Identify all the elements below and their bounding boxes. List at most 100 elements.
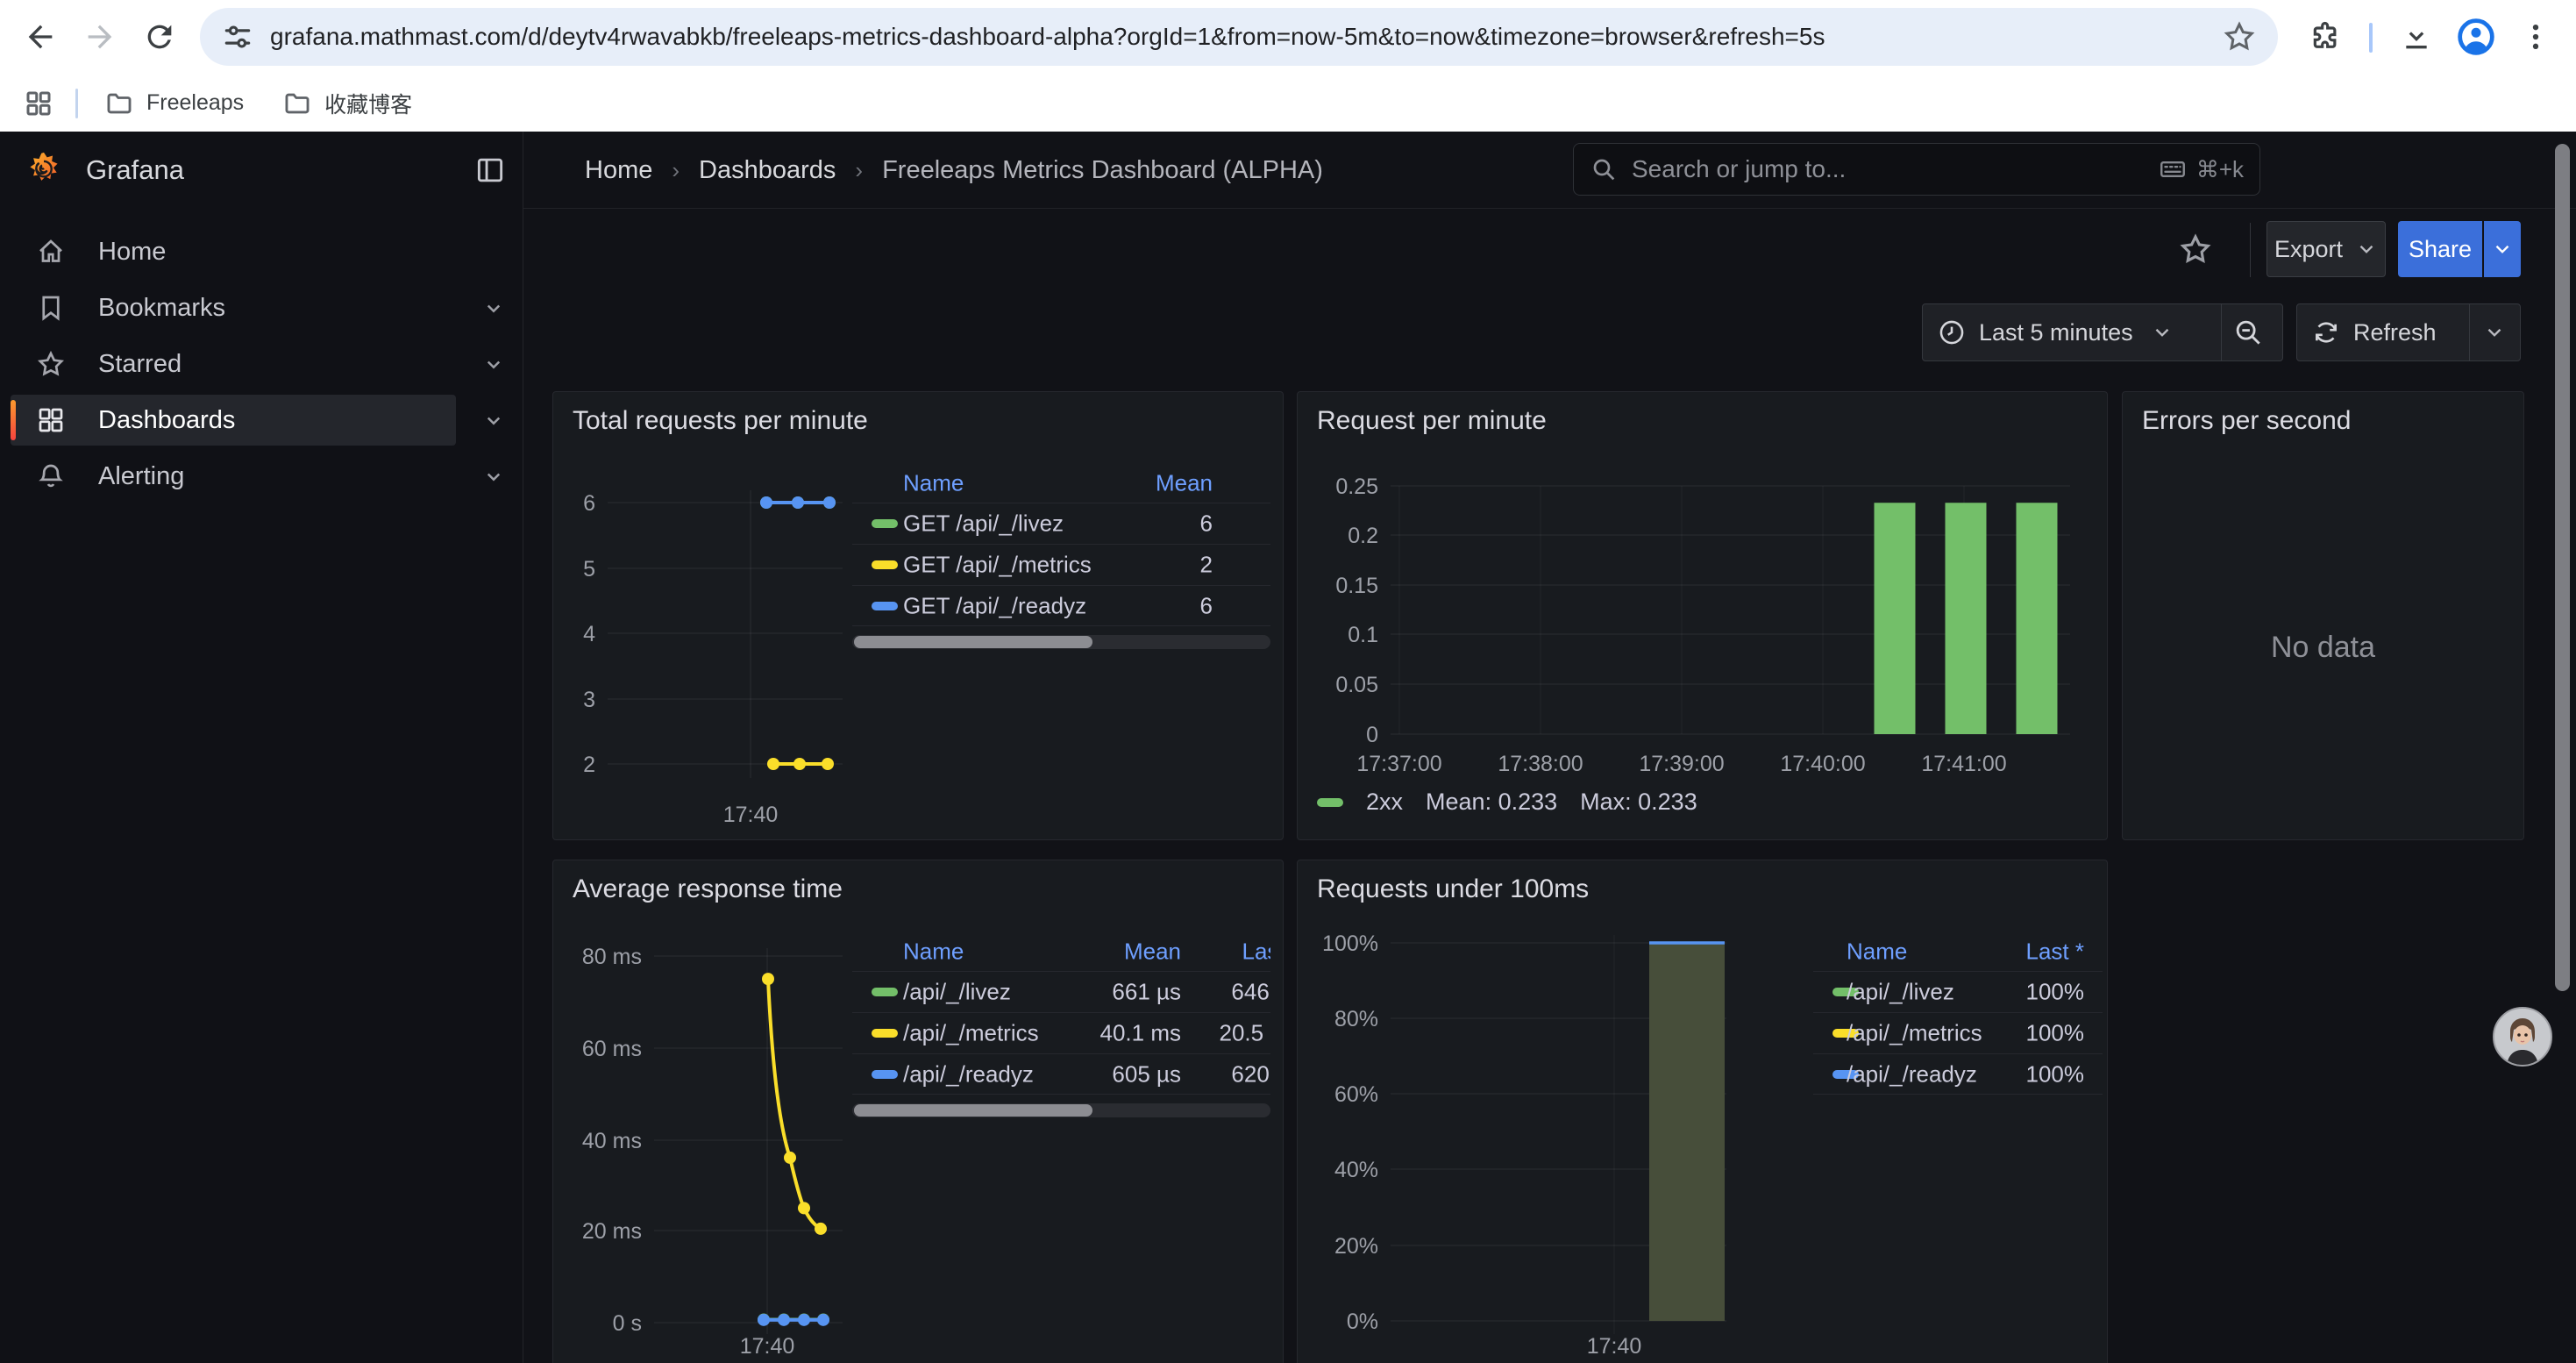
breadcrumb-home[interactable]: Home	[585, 156, 652, 185]
favorite-star-icon[interactable]	[2174, 228, 2217, 270]
series-value: 646 µs	[1231, 979, 1270, 1006]
chevron-down-icon[interactable]	[480, 407, 507, 433]
legend-column-header[interactable]: Last *	[1242, 938, 1271, 966]
dock-menu-icon[interactable]	[473, 153, 507, 187]
apps-grid-icon[interactable]	[23, 88, 54, 119]
legend-column-header[interactable]: Name	[903, 470, 964, 497]
legend-row[interactable]: /api/_/metrics100%	[1813, 1012, 2103, 1053]
panel-requests-under-100ms[interactable]: Requests under 100ms 100%80%60%40%20%0%1…	[1297, 860, 2108, 1363]
extensions-icon[interactable]	[2304, 16, 2346, 58]
refresh-interval-menu[interactable]	[2483, 321, 2506, 344]
bookmark-folder-freeleaps[interactable]: Freeleaps	[104, 89, 244, 118]
series-name: /api/_/livez	[1847, 979, 1954, 1006]
clock-icon	[1937, 318, 1967, 347]
browser-menu-icon[interactable]	[2515, 16, 2557, 58]
series-color-chip	[872, 1029, 898, 1038]
legend-row[interactable]: GET /api/_/metrics2	[852, 544, 1270, 585]
share-button[interactable]: Share	[2398, 221, 2482, 277]
series-color-chip	[872, 602, 898, 610]
legend-row[interactable]: /api/_/livez 100%	[1813, 971, 2103, 1012]
svg-text:80 ms: 80 ms	[582, 945, 642, 969]
share-menu-button[interactable]	[2484, 221, 2521, 277]
toolbar-divider	[2250, 223, 2251, 277]
legend-row[interactable]: /api/_/readyz100%	[1813, 1053, 2103, 1095]
downloads-icon[interactable]	[2395, 16, 2437, 58]
search-placeholder: Search or jump to...	[1632, 155, 2158, 183]
legend-header: Name Mean Last *	[852, 932, 1270, 971]
chevron-down-icon[interactable]	[480, 295, 507, 321]
legend-column-header[interactable]: Mean	[1124, 938, 1181, 966]
chevron-down-icon[interactable]	[480, 351, 507, 377]
series-value: 100%	[2026, 979, 2085, 1006]
legend-row[interactable]: GET /api/_/livez6	[852, 503, 1270, 544]
legend-table: Name Mean Last * /api/_/livez661 µs646 µs/a…	[852, 932, 1270, 1117]
series-name: GET /api/_/metrics	[903, 552, 1092, 579]
panel-average-response-time[interactable]: Average response time 80 ms60 ms40 ms20 …	[552, 860, 1284, 1363]
legend-column-header[interactable]: Name	[903, 938, 964, 966]
svg-text:17:37:00: 17:37:00	[1356, 752, 1441, 776]
screen: grafana.mathmast.com/d/deytv4rwavabkb/fr…	[0, 0, 2576, 1363]
tune-icon[interactable]	[221, 20, 254, 54]
svg-text:20 ms: 20 ms	[582, 1219, 642, 1244]
chevron-down-icon	[2151, 321, 2174, 344]
bookmark-icon	[35, 292, 67, 324]
profile-avatar[interactable]	[2455, 16, 2497, 58]
bar-chart[interactable]: 0.250.20.150.10.05017:37:0017:38:0017:39…	[1298, 392, 2109, 841]
series-name: /api/_/readyz	[903, 1060, 1034, 1088]
legend-item-2xx[interactable]: 2xx Mean: 0.233 Max: 0.233	[1317, 789, 1697, 816]
panel-total-requests[interactable]: Total requests per minute 6543217:40 Nam…	[552, 391, 1284, 840]
refresh-button[interactable]: Refresh	[2296, 303, 2521, 361]
legend-scrollbar-thumb[interactable]	[854, 636, 1092, 648]
sidebar-item-home[interactable]: Home	[11, 226, 456, 277]
back-button[interactable]	[19, 16, 61, 58]
panel-title[interactable]: Errors per second	[2142, 406, 2351, 436]
reload-button[interactable]	[139, 16, 181, 58]
legend-scrollbar[interactable]	[852, 1103, 1270, 1117]
time-range-picker[interactable]: Last 5 minutes	[1922, 303, 2283, 361]
panel-request-per-minute[interactable]: Request per minute 0.250.20.150.10.05017…	[1297, 391, 2108, 840]
zoom-out-icon[interactable]	[2231, 316, 2265, 349]
svg-text:40%: 40%	[1334, 1158, 1378, 1182]
url-text[interactable]: grafana.mathmast.com/d/deytv4rwavabkb/fr…	[270, 23, 2222, 51]
legend-column-header[interactable]: Last *	[2026, 938, 2085, 966]
export-button[interactable]: Export	[2266, 221, 2386, 277]
page-scrollbar[interactable]	[2555, 144, 2570, 991]
bookmarks-bar: Freeleaps 收藏博客	[0, 75, 2576, 132]
sidebar-item-alerting[interactable]: Alerting	[11, 451, 456, 502]
breadcrumb-dashboards[interactable]: Dashboards	[699, 156, 836, 185]
legend-row[interactable]: GET /api/_/readyz6	[852, 585, 1270, 626]
sidebar: Grafana Home Bookmarks	[0, 132, 523, 1363]
chevron-down-icon[interactable]	[480, 463, 507, 489]
series-mean: Mean: 0.233	[1426, 789, 1557, 816]
bookmark-star-icon[interactable]	[2222, 19, 2257, 54]
legend-column-header[interactable]: Mean	[1156, 470, 1213, 497]
svg-text:0.05: 0.05	[1335, 673, 1378, 697]
legend-column-header[interactable]: Name	[1847, 938, 1907, 966]
address-bar[interactable]: grafana.mathmast.com/d/deytv4rwavabkb/fr…	[200, 8, 2278, 66]
sidebar-item-label: Alerting	[98, 462, 184, 491]
sidebar-item-dashboards[interactable]: Dashboards	[11, 395, 456, 446]
grafana-logo[interactable]	[25, 151, 63, 189]
svg-text:17:40: 17:40	[723, 803, 779, 827]
series-value: 40.1 ms	[1100, 1020, 1182, 1047]
series-name: 2xx	[1366, 789, 1403, 816]
series-value: 100%	[2026, 1060, 2085, 1088]
legend-scrollbar-thumb[interactable]	[854, 1104, 1092, 1117]
search-input[interactable]: Search or jump to... ⌘+k	[1573, 143, 2260, 196]
svg-text:0.25: 0.25	[1335, 475, 1378, 499]
svg-text:0.2: 0.2	[1348, 524, 1378, 548]
panel-errors-per-second[interactable]: Errors per second No data	[2122, 391, 2524, 840]
bookmark-folder-blogs[interactable]: 收藏博客	[282, 88, 412, 119]
svg-text:5: 5	[583, 557, 595, 582]
legend-row[interactable]: /api/_/readyz605 µs620 µs	[852, 1053, 1270, 1095]
series-color-chip	[1317, 798, 1343, 807]
legend-row[interactable]: /api/_/metrics40.1 ms20.5 ms	[852, 1012, 1270, 1053]
legend-scrollbar[interactable]	[852, 635, 1270, 649]
button-divider	[2469, 304, 2470, 360]
brand-label: Grafana	[86, 154, 184, 186]
sidebar-item-bookmarks[interactable]: Bookmarks	[11, 282, 456, 333]
legend-row[interactable]: /api/_/livez661 µs646 µs	[852, 971, 1270, 1012]
forward-button[interactable]	[79, 16, 121, 58]
assistant-floating-avatar[interactable]	[2493, 1007, 2552, 1067]
sidebar-item-starred[interactable]: Starred	[11, 339, 456, 389]
